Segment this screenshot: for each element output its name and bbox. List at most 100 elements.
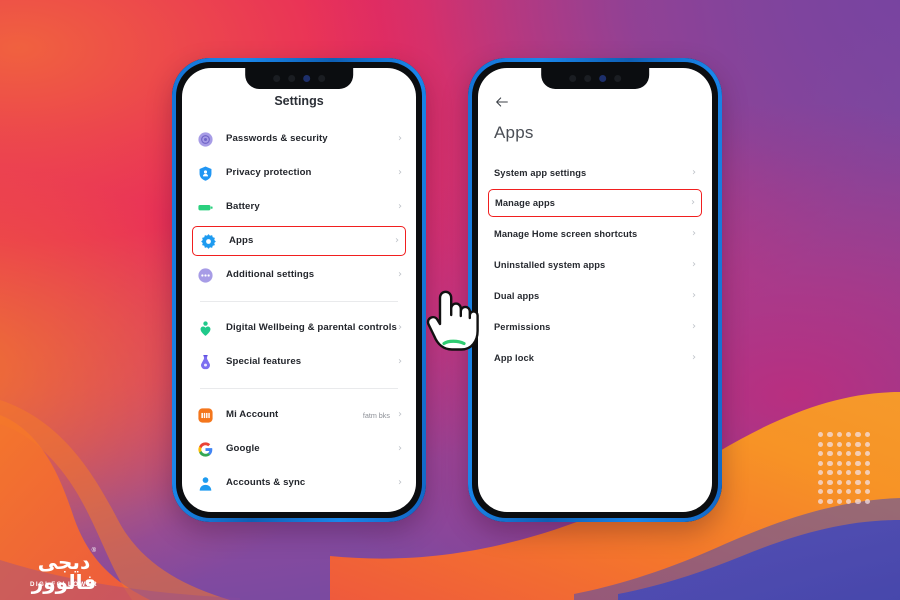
front-camera-icon — [303, 75, 310, 82]
settings-row-label: Additional settings — [226, 269, 315, 280]
grid-dot — [827, 470, 833, 476]
settings-row-label: Google — [226, 443, 260, 454]
apps-row[interactable]: Permissions › — [494, 311, 696, 342]
grid-dot — [836, 489, 842, 495]
watermark-english-text: DIGI FOLLOWER — [29, 581, 99, 588]
grid-dot — [855, 432, 861, 438]
chevron-right-icon: › — [398, 356, 402, 367]
chevron-right-icon: › — [398, 409, 402, 420]
chevron-right-icon: › — [398, 443, 402, 454]
phone1-screen: Settings Passwords & security › Privacy pr… — [182, 68, 416, 512]
apps-row[interactable]: Manage Home screen shortcuts › — [494, 218, 696, 249]
grid-dot — [818, 489, 824, 495]
grid-dot — [864, 498, 870, 504]
battery-icon — [196, 198, 214, 216]
page-title: Apps — [494, 123, 534, 142]
privacy-protection-icon — [196, 164, 214, 182]
grid-dot — [836, 441, 842, 447]
sensor-icon — [584, 75, 591, 82]
settings-row[interactable]: Mi Account fatm bks › — [196, 398, 402, 432]
grid-dot — [827, 441, 833, 447]
apps-row-highlighted[interactable]: Manage apps › — [488, 189, 702, 217]
settings-row[interactable]: Special features › — [196, 345, 402, 379]
apps-row-label: Uninstalled system apps — [494, 259, 606, 270]
settings-row[interactable]: Privacy protection › — [196, 156, 402, 190]
phone2-screen: Apps System app settings › Manage apps › Man… — [478, 68, 712, 512]
screenshot-canvas: دیجی فالوور ® DIGI FOLLOWER Settings Pas… — [0, 0, 900, 600]
grid-dot — [827, 460, 833, 466]
grid-dot — [855, 460, 861, 466]
settings-row[interactable]: Passwords & security › — [196, 122, 402, 156]
grid-dot — [836, 451, 842, 457]
watermark-registered-mark: ® — [91, 548, 96, 554]
grid-dot — [846, 498, 852, 504]
grid-dot — [846, 479, 852, 485]
grid-dot — [846, 489, 852, 495]
chevron-right-icon: › — [692, 258, 696, 270]
apps-row[interactable]: System app settings › — [494, 157, 696, 188]
grid-dot — [827, 489, 833, 495]
chevron-right-icon: › — [398, 477, 402, 488]
apps-row-label: Dual apps — [494, 290, 540, 301]
back-arrow-icon[interactable] — [494, 94, 510, 110]
grid-dot — [855, 479, 861, 485]
list-divider — [200, 301, 398, 302]
apps-gear-icon — [199, 232, 217, 250]
grid-dot — [864, 451, 870, 457]
grid-dot — [818, 432, 824, 438]
front-camera-icon — [599, 75, 606, 82]
grid-dot — [855, 489, 861, 495]
phone2-bezel: Apps System app settings › Manage apps › Man… — [472, 62, 718, 518]
chevron-right-icon: › — [692, 351, 696, 363]
grid-dot — [864, 441, 870, 447]
grid-dot — [836, 460, 842, 466]
grid-dot — [846, 441, 852, 447]
special-features-icon — [196, 353, 214, 371]
settings-row[interactable]: Google › — [196, 432, 402, 466]
grid-dot — [864, 479, 870, 485]
grid-dot — [846, 432, 852, 438]
apps-row-label: Manage apps — [495, 198, 555, 208]
chevron-right-icon: › — [398, 322, 402, 333]
grid-dot — [818, 441, 824, 447]
google-icon — [196, 440, 214, 458]
grid-dot — [827, 479, 833, 485]
apps-list: System app settings › Manage apps › Manage H… — [478, 157, 712, 373]
settings-row-label: Battery — [226, 201, 260, 212]
grid-dot — [827, 432, 833, 438]
apps-row-label: Permissions — [494, 321, 551, 332]
additional-settings-icon — [196, 266, 214, 284]
grid-dot — [855, 470, 861, 476]
grid-dot — [855, 441, 861, 447]
settings-row-label: Digital Wellbeing & parental controls — [226, 322, 397, 333]
grid-dot — [846, 470, 852, 476]
settings-row[interactable]: Accounts & sync › — [196, 466, 402, 500]
chevron-right-icon: › — [395, 235, 399, 246]
settings-row-label: Apps — [229, 235, 254, 246]
settings-row[interactable]: Battery › — [196, 190, 402, 224]
grid-dot — [864, 432, 870, 438]
settings-row-label: Accounts & sync — [226, 477, 306, 488]
apps-row-label: Manage Home screen shortcuts — [494, 228, 638, 239]
apps-row[interactable]: Dual apps › — [494, 280, 696, 311]
chevron-right-icon: › — [398, 167, 402, 178]
sensor-icon — [288, 75, 295, 82]
apps-row[interactable]: Uninstalled system apps › — [494, 249, 696, 280]
settings-row[interactable]: Additional settings › — [196, 258, 402, 292]
chevron-right-icon: › — [692, 166, 696, 178]
grid-dot — [836, 479, 842, 485]
apps-row[interactable]: App lock › — [494, 342, 696, 373]
settings-row[interactable]: Digital Wellbeing & parental controls › — [196, 311, 402, 345]
grid-dot — [836, 432, 842, 438]
earpiece-icon — [569, 75, 576, 82]
digital-wellbeing-icon — [196, 319, 214, 337]
grid-dot — [864, 460, 870, 466]
settings-row-label: Mi Account — [226, 409, 279, 420]
brand-watermark: دیجی فالوور ® DIGI FOLLOWER — [12, 548, 116, 592]
chevron-right-icon: › — [691, 197, 695, 208]
settings-row-highlighted[interactable]: Apps › — [192, 226, 406, 256]
phone2-notch — [541, 68, 649, 89]
grid-dot — [818, 479, 824, 485]
phone-mockup-settings: Settings Passwords & security › Privacy pr… — [172, 58, 479, 522]
settings-row-label: Special features — [226, 356, 302, 367]
